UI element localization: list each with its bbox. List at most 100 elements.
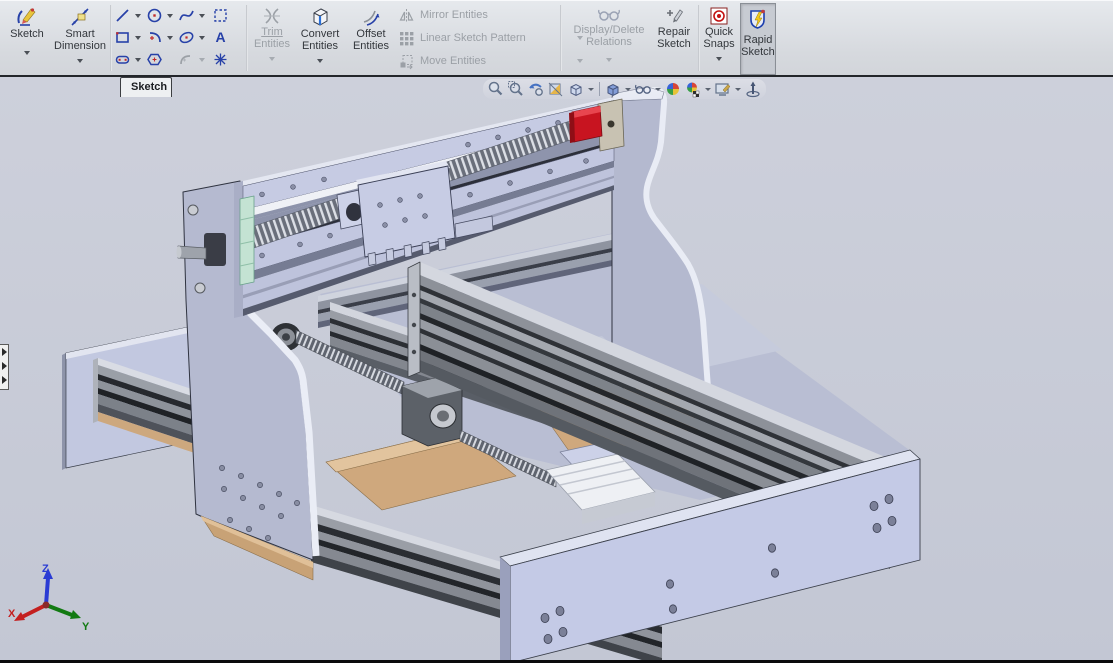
hide-show-items-icon[interactable]	[634, 80, 652, 98]
trim-entities-button[interactable]: Trim Entities	[250, 3, 294, 73]
sketch-pencil-icon	[16, 6, 38, 28]
spline-dropdown-arrow[interactable]	[199, 14, 205, 18]
quick-snaps-label-1: Quick	[705, 26, 733, 38]
spline-tool-button[interactable]	[178, 7, 208, 27]
ribbon-separator	[110, 5, 112, 71]
repair-sketch-button[interactable]: Repair Sketch	[652, 3, 696, 73]
triad-z-label: Z	[42, 563, 49, 575]
linear-sketch-pattern-label: Linear Sketch Pattern	[420, 32, 526, 44]
hide-show-dropdown-arrow[interactable]	[655, 88, 661, 91]
circle-icon	[146, 7, 163, 24]
text-tool-button[interactable]: A	[212, 29, 242, 49]
triad-y-label: Y	[82, 621, 90, 633]
rapid-sketch-label-1: Rapid	[744, 34, 773, 46]
arc-tool-button[interactable]	[146, 29, 176, 49]
polygon-tool-button[interactable]	[146, 51, 176, 71]
display-delete-label-2: Relations	[586, 36, 632, 48]
move-entities-button[interactable]: Move Entities	[398, 52, 583, 70]
rapid-sketch-icon	[747, 8, 769, 30]
move-entities-label: Move Entities	[420, 55, 486, 67]
tab-sketch[interactable]: Sketch	[120, 77, 172, 97]
text-icon: A	[212, 29, 229, 46]
rapid-sketch-button[interactable]: Rapid Sketch	[740, 3, 776, 75]
section-view-icon[interactable]	[547, 80, 565, 98]
convert-icon	[309, 6, 331, 28]
quick-snaps-button[interactable]: Quick Snaps	[701, 3, 737, 73]
ellipse-dropdown-arrow[interactable]	[199, 36, 205, 40]
mint-bracket	[240, 196, 254, 285]
chevron-right-icon	[2, 376, 7, 384]
asterisk-icon	[212, 51, 229, 68]
circle-tool-button[interactable]	[146, 7, 176, 27]
fillet-icon	[178, 51, 195, 68]
model-viewport[interactable]	[0, 77, 1113, 663]
spline-icon	[178, 7, 195, 24]
headsup-separator	[599, 82, 600, 96]
offset-icon	[360, 6, 382, 28]
polygon-icon	[146, 51, 163, 68]
sketch-button[interactable]: Sketch	[4, 3, 50, 73]
quick-snaps-dropdown-arrow[interactable]	[716, 57, 722, 61]
smart-dimension-label-2: Dimension	[54, 40, 106, 52]
line-tool-button[interactable]	[114, 7, 144, 27]
relations-glasses-icon	[597, 6, 621, 24]
offset-entities-button[interactable]: Offset Entities	[348, 3, 394, 73]
display-delete-dropdown-arrow[interactable]	[606, 58, 612, 62]
shaft-pin	[178, 246, 206, 259]
slot-tool-button[interactable]	[114, 51, 144, 71]
upright-slot-hole	[204, 233, 226, 266]
ellipse-tool-button[interactable]	[178, 29, 208, 49]
linear-pattern-icon	[398, 30, 415, 47]
linear-sketch-pattern-button[interactable]: Linear Sketch Pattern	[398, 29, 583, 47]
repair-sketch-icon	[664, 6, 684, 26]
feature-tree-flyout-tab[interactable]	[0, 344, 9, 390]
mirror-entities-button[interactable]: Mirror Entities	[398, 6, 488, 24]
reference-triad: Z X Y	[8, 560, 100, 640]
offset-label-1: Offset	[356, 28, 385, 40]
repair-label-1: Repair	[658, 26, 690, 38]
convert-label-1: Convert	[301, 28, 340, 40]
smart-dimension-icon	[69, 6, 91, 28]
arc-dropdown-arrow[interactable]	[167, 36, 173, 40]
graphics-area[interactable]: Z X Y	[0, 77, 1113, 663]
zoom-to-fit-icon[interactable]	[487, 80, 505, 98]
solidworks-window: Sketch Smart Dimension	[0, 0, 1113, 663]
trim-label-1: Trim	[261, 26, 283, 38]
fillet-dropdown-arrow[interactable]	[199, 58, 205, 62]
circle-dropdown-arrow[interactable]	[167, 14, 173, 18]
line-dropdown-arrow[interactable]	[135, 14, 141, 18]
smart-dimension-button[interactable]: Smart Dimension	[52, 3, 108, 73]
edit-appearance-icon[interactable]	[664, 80, 682, 98]
ribbon-separator	[560, 5, 562, 71]
offset-label-2: Entities	[353, 40, 389, 52]
display-style-dropdown-arrow[interactable]	[625, 88, 631, 91]
slot-dropdown-arrow[interactable]	[135, 58, 141, 62]
sketch-dropdown-arrow[interactable]	[24, 51, 30, 55]
trim-dropdown-arrow[interactable]	[269, 57, 275, 61]
trim-icon	[262, 6, 282, 26]
quick-snaps-label-2: Snaps	[703, 38, 734, 50]
sketch-picture-button[interactable]	[212, 7, 242, 27]
point-tool-button[interactable]	[212, 51, 242, 71]
rectangle-tool-button[interactable]	[114, 29, 144, 49]
previous-view-icon[interactable]	[527, 80, 545, 98]
dashed-box-icon	[212, 7, 229, 24]
apply-scene-icon[interactable]	[684, 80, 702, 98]
chevron-right-icon	[2, 348, 7, 356]
view-settings-icon[interactable]	[714, 80, 732, 98]
smart-dimension-dropdown-arrow[interactable]	[77, 59, 83, 63]
view-settings-dropdown-arrow[interactable]	[735, 88, 741, 91]
zoom-to-area-icon[interactable]	[507, 80, 525, 98]
rectangle-dropdown-arrow[interactable]	[135, 36, 141, 40]
display-style-icon[interactable]	[604, 80, 622, 98]
orientation-arrow-icon[interactable]	[744, 80, 762, 98]
display-delete-relations-button[interactable]: Display/Delete Relations	[566, 3, 652, 73]
fillet-tool-button[interactable]	[178, 51, 208, 71]
quick-snaps-icon	[709, 6, 729, 26]
convert-dropdown-arrow[interactable]	[317, 59, 323, 63]
ribbon-separator	[246, 5, 248, 71]
view-orientation-dropdown-arrow[interactable]	[588, 88, 594, 91]
view-orientation-icon[interactable]	[567, 80, 585, 98]
apply-scene-dropdown-arrow[interactable]	[705, 88, 711, 91]
convert-entities-button[interactable]: Convert Entities	[296, 3, 344, 73]
